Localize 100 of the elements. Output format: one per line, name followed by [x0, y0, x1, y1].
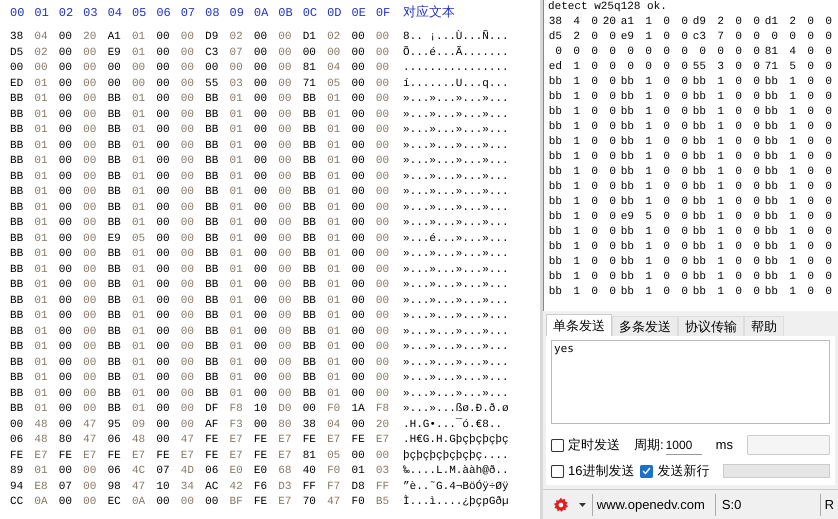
hex-byte: 00 [254, 216, 268, 231]
hex-byte: 00 [180, 278, 195, 293]
gear-icon[interactable] [553, 496, 569, 512]
hex-byte: 01 [327, 185, 342, 200]
hex-byte: 00 [376, 30, 390, 45]
checkbox[interactable] [640, 464, 654, 478]
terminal-value: bb [764, 240, 779, 255]
hex-byte: BB [108, 386, 122, 402]
checkbox-option[interactable]: 定时发送 [551, 435, 620, 455]
terminal-value: 0 [806, 60, 815, 75]
terminal-value: 1 [572, 150, 581, 165]
hex-byte: 01 [327, 294, 342, 308]
terminal-value: 0 [680, 135, 689, 150]
hex-byte: 1A [351, 402, 366, 417]
hex-byte: BB [10, 356, 24, 370]
terminal-value: 0 [608, 45, 617, 60]
terminal-value: 0 [662, 105, 671, 120]
hex-byte: 01 [132, 247, 146, 262]
hex-byte: BB [205, 247, 220, 262]
hex-byte: BB [108, 402, 122, 417]
hex-byte: 00 [254, 309, 268, 324]
terminal-value: 0 [824, 180, 833, 195]
hex-byte: 00 [278, 154, 292, 169]
tab[interactable]: 单条发送 [546, 314, 612, 336]
hex-byte: BB [302, 92, 317, 107]
hex-byte: E7 [34, 448, 49, 464]
period-label: 周期: [634, 436, 664, 454]
hex-byte: 48 [132, 433, 146, 448]
terminal-value: 1 [788, 270, 797, 285]
hex-byte: 01 [34, 356, 49, 370]
hex-byte: 00 [83, 76, 98, 92]
hex-byte: 00 [254, 76, 268, 92]
terminal-value: bb [692, 225, 707, 240]
terminal-value: bb [620, 135, 635, 150]
hex-byte: CC [10, 495, 24, 510]
terminal-value: bb [548, 105, 563, 120]
terminal-value: 0 [590, 150, 599, 165]
hex-byte: BB [205, 138, 220, 154]
hex-byte: 00 [83, 92, 98, 107]
terminal-value: bb [692, 135, 707, 150]
hex-byte: 00 [156, 108, 171, 122]
checkbox[interactable] [551, 438, 564, 452]
hex-byte: 00 [180, 92, 195, 107]
website-link[interactable]: www.openedv.com [592, 494, 709, 514]
hex-byte: 40 [302, 464, 317, 479]
tab[interactable]: 协议传输 [678, 316, 744, 336]
hex-byte: 00 [351, 108, 366, 122]
hex-byte: 00 [254, 294, 268, 308]
hex-byte: 00 [156, 46, 171, 60]
terminal-value: 0 [752, 30, 761, 45]
hex-byte: BB [302, 371, 317, 386]
hex-byte: D5 [10, 46, 24, 60]
hex-byte: 00 [83, 294, 98, 308]
terminal-value: 0 [806, 165, 815, 180]
hex-byte: 00 [180, 30, 195, 45]
hex-byte: 42 [230, 480, 244, 494]
terminal-value: 1 [788, 120, 797, 135]
terminal-value: c3 [692, 30, 707, 45]
hex-byte: BB [10, 324, 24, 340]
tab[interactable]: 帮助 [744, 316, 784, 336]
hex-byte: 00 [351, 200, 366, 216]
tab[interactable]: 多条发送 [612, 316, 678, 336]
terminal-value: 1 [644, 225, 653, 240]
hex-byte: 00 [376, 371, 390, 386]
terminal-value: 0 [734, 30, 743, 45]
hex-byte: 00 [351, 278, 366, 293]
hex-byte: 00 [58, 154, 73, 169]
terminal-value: 1 [644, 120, 653, 135]
hex-byte: 00 [254, 108, 268, 122]
checkbox-option[interactable]: 16进制发送 [551, 461, 634, 481]
checkbox[interactable] [551, 464, 564, 478]
hex-byte: 00 [83, 185, 98, 200]
terminal-value: 0 [770, 30, 779, 45]
hex-byte: BB [205, 123, 220, 138]
hex-byte: E9 [108, 46, 122, 60]
terminal-value: 0 [662, 195, 671, 210]
checkbox-option[interactable]: 发送新行 [640, 461, 710, 481]
hex-byte: 01 [230, 324, 244, 340]
terminal-value: 0 [806, 270, 815, 285]
terminal-value: 1 [644, 180, 653, 195]
hex-byte: 01 [230, 108, 244, 122]
hex-byte: 01 [230, 200, 244, 216]
terminal-value: bb [764, 285, 779, 300]
terminal-value: 0 [824, 45, 833, 60]
terminal-value: 1 [644, 270, 653, 285]
terminal-value: 0 [734, 90, 743, 105]
terminal-value: bb [548, 210, 563, 225]
hex-byte: FE [254, 448, 268, 464]
hex-byte: C3 [205, 46, 220, 60]
hex-byte: BB [302, 262, 317, 278]
decoded-text: ................ [403, 61, 509, 76]
hex-byte: 01 [230, 356, 244, 370]
dropdown-caret-icon[interactable] [578, 502, 586, 506]
hex-byte: 00 [58, 386, 73, 402]
hex-byte: 01 [34, 262, 49, 278]
hex-byte: 00 [58, 61, 73, 76]
hex-byte: 00 [58, 108, 73, 122]
send-text-area[interactable]: yes [551, 340, 830, 424]
hex-byte: 01 [132, 154, 146, 169]
terminal-value: e9 [620, 30, 635, 45]
